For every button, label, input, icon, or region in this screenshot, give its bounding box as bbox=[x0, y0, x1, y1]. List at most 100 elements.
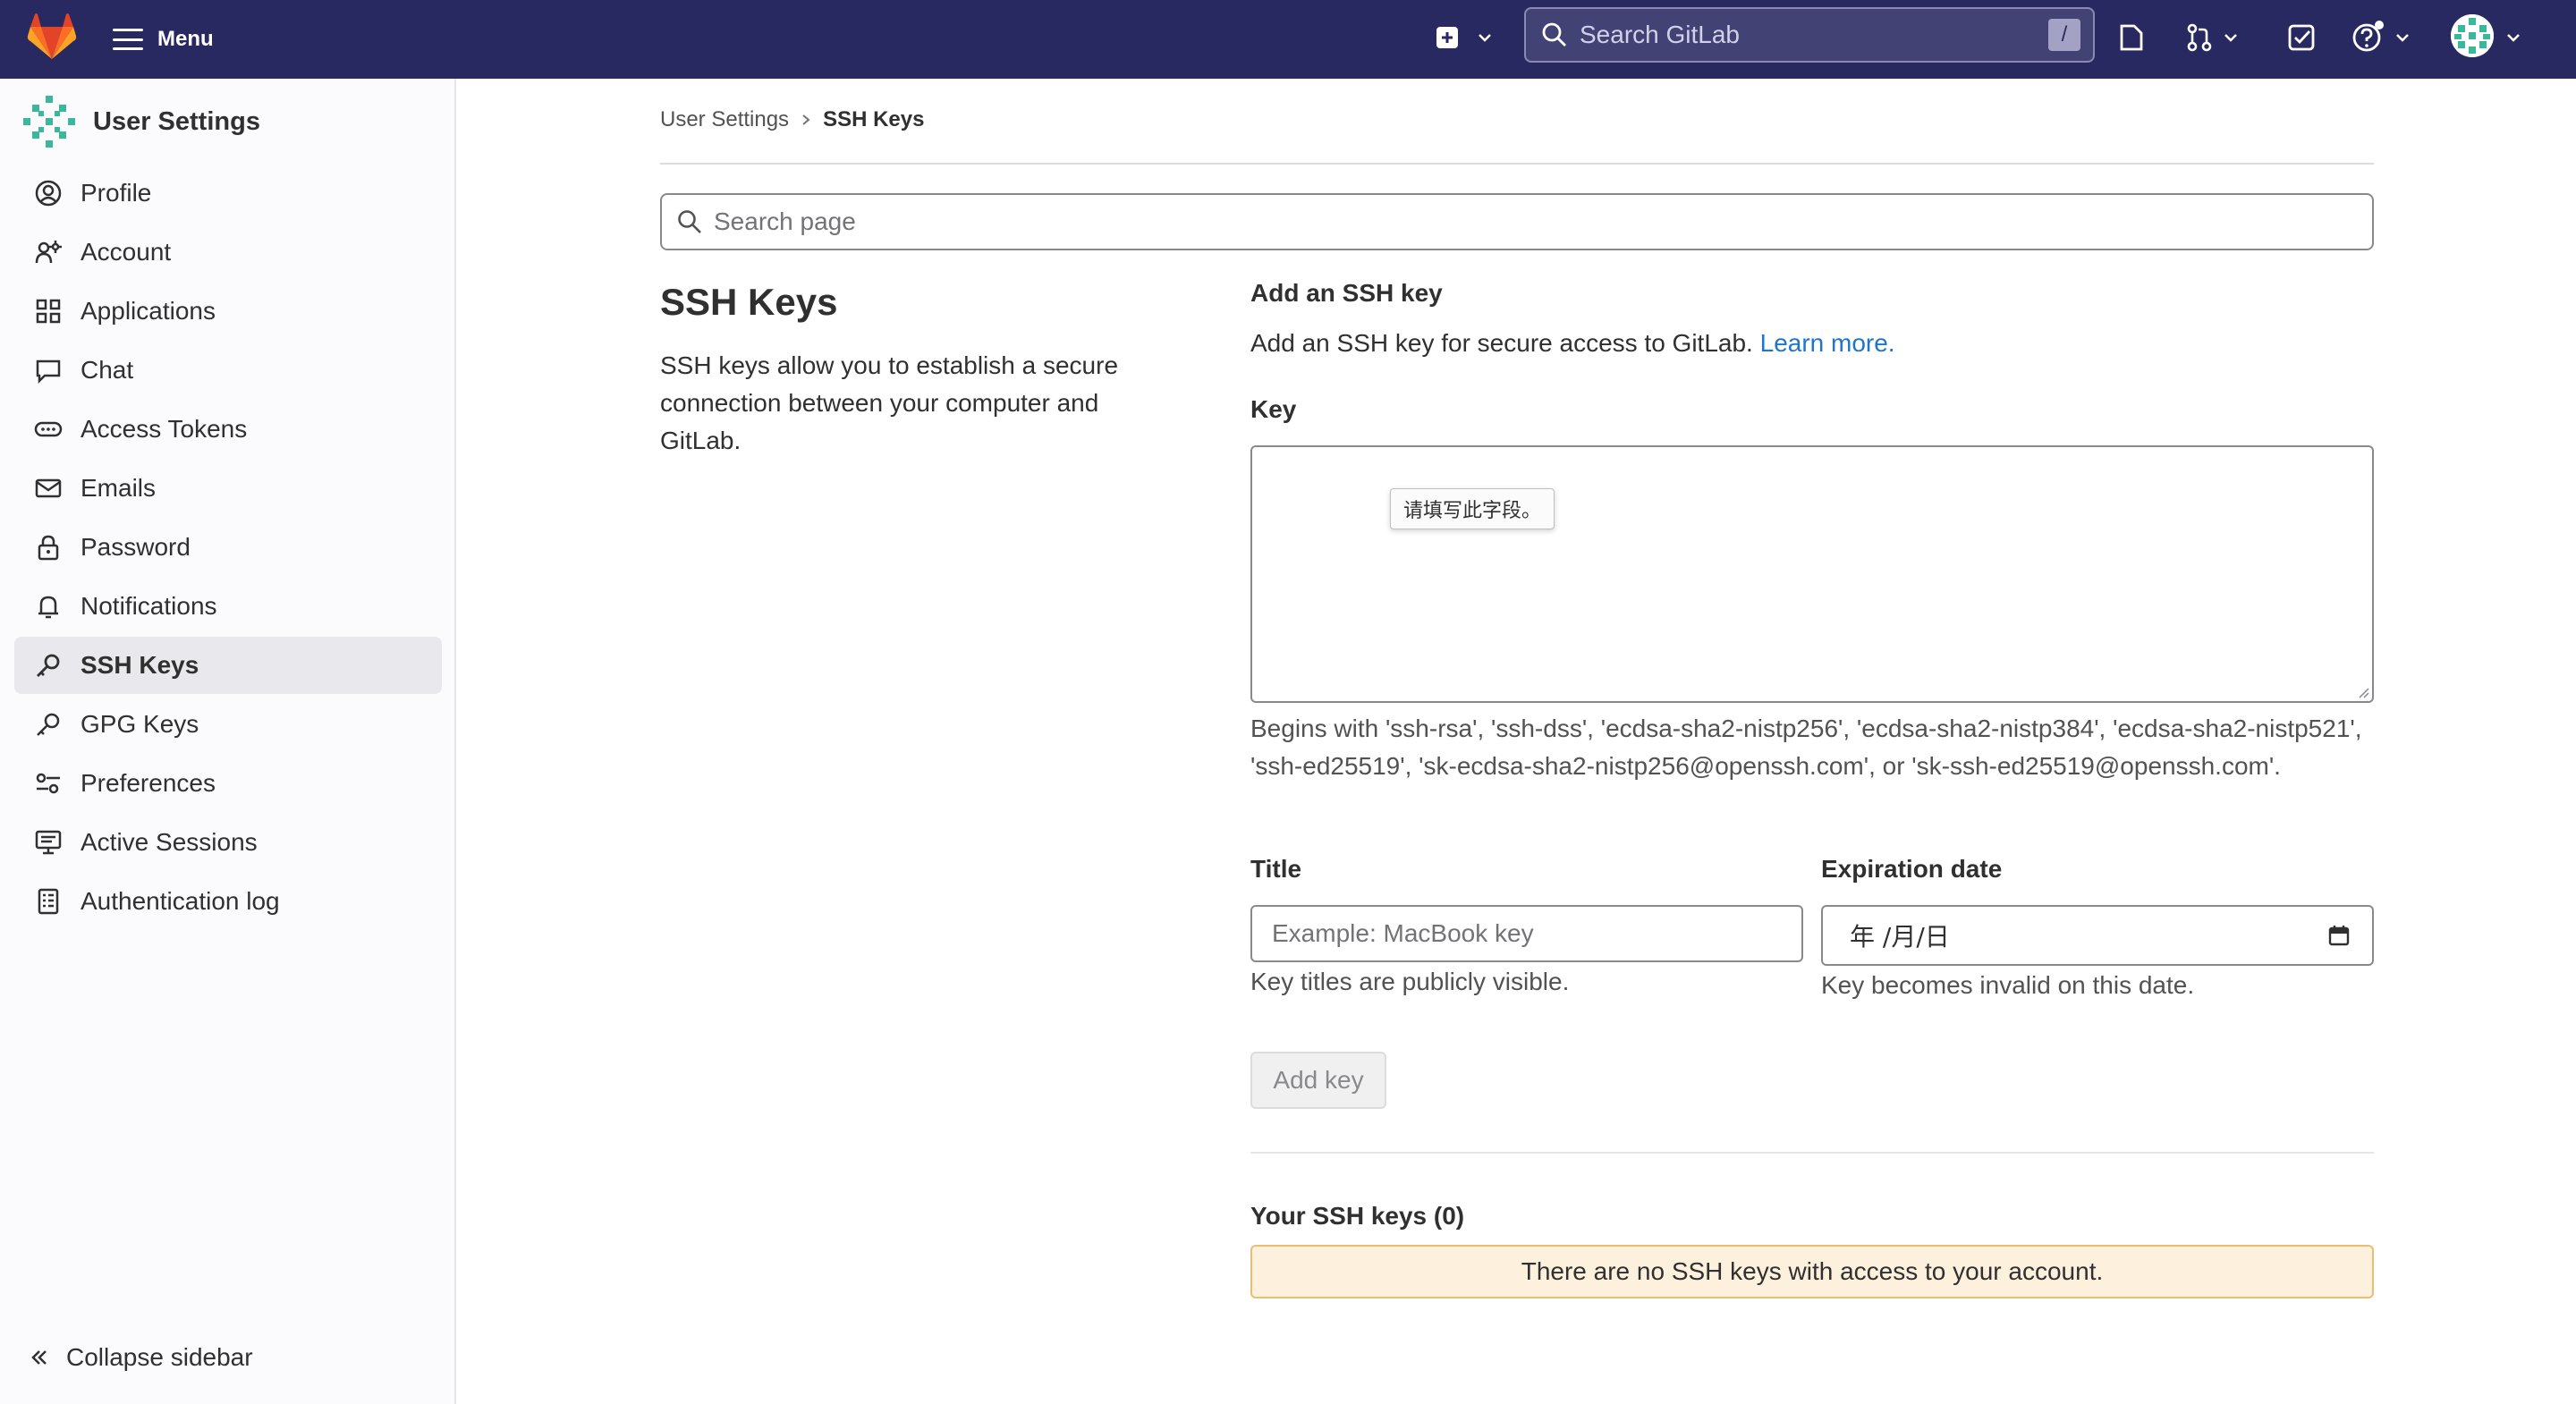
merge-request-icon bbox=[2187, 23, 2212, 52]
sidebar-item-authentication-log[interactable]: Authentication log bbox=[14, 873, 442, 930]
merge-requests-button[interactable] bbox=[2184, 18, 2240, 57]
sidebar-item-applications[interactable]: Applications bbox=[14, 283, 442, 340]
sidebar-item-preferences[interactable]: Preferences bbox=[14, 755, 442, 812]
title-help-text: Key titles are publicly visible. bbox=[1250, 968, 1570, 995]
sidebar-item-gpg-keys[interactable]: GPG Keys bbox=[14, 696, 442, 753]
sidebar-item-label: Notifications bbox=[80, 592, 217, 620]
page-title: SSH Keys bbox=[660, 281, 838, 323]
user-avatar[interactable] bbox=[2451, 14, 2494, 57]
chevron-right-icon bbox=[802, 114, 810, 125]
todos-button[interactable] bbox=[2286, 18, 2317, 57]
sidebar-item-chat[interactable]: Chat bbox=[14, 342, 442, 399]
no-keys-alert: There are no SSH keys with access to you… bbox=[1250, 1245, 2374, 1298]
sidebar-item-label: Authentication log bbox=[80, 887, 280, 915]
breadcrumb: User Settings SSH Keys bbox=[660, 107, 924, 132]
chevron-down-icon[interactable] bbox=[2504, 29, 2522, 47]
lock-icon bbox=[38, 535, 59, 561]
chevron-down-icon bbox=[1479, 34, 1491, 42]
account-icon bbox=[35, 241, 62, 264]
settings-intro: SSH Keys SSH keys allow you to establish… bbox=[660, 281, 1161, 460]
double-chevron-left-icon bbox=[31, 1350, 47, 1365]
sidebar-header[interactable]: User Settings bbox=[21, 95, 260, 148]
sidebar-item-access-tokens[interactable]: Access Tokens bbox=[14, 401, 442, 458]
sidebar-item-label: Emails bbox=[80, 474, 157, 502]
form-heading: Add an SSH key bbox=[1250, 279, 1443, 307]
sidebar-item-label: Active Sessions bbox=[80, 828, 258, 856]
create-new-button[interactable] bbox=[1435, 18, 1494, 57]
title-placeholder: Example: MacBook key bbox=[1272, 919, 1534, 947]
expiration-help-text: Key becomes invalid on this date. bbox=[1821, 971, 2195, 999]
key-textarea[interactable]: 请填写此字段。 bbox=[1250, 445, 2374, 703]
key-label: Key bbox=[1250, 395, 1297, 423]
preferences-icon bbox=[36, 773, 60, 794]
add-key-button[interactable]: Add key bbox=[1250, 1052, 1386, 1109]
search-icon bbox=[678, 210, 701, 233]
page-search-input[interactable]: Search page bbox=[660, 193, 2374, 250]
breadcrumb-parent-link[interactable]: User Settings bbox=[660, 107, 789, 132]
hamburger-icon bbox=[113, 29, 143, 50]
resize-handle-icon[interactable] bbox=[2356, 685, 2370, 699]
global-search-input[interactable]: Search GitLab / bbox=[1524, 7, 2095, 63]
your-keys-heading: Your SSH keys (0) bbox=[1250, 1202, 1465, 1230]
global-search-placeholder: Search GitLab bbox=[1580, 21, 1740, 48]
collapse-sidebar-label: Collapse sidebar bbox=[66, 1343, 253, 1371]
title-label: Title bbox=[1250, 855, 1302, 883]
sidebar-item-label: GPG Keys bbox=[80, 710, 199, 738]
plus-square-icon bbox=[1436, 27, 1458, 48]
sidebar-item-label: Preferences bbox=[80, 769, 216, 797]
page-search-placeholder: Search page bbox=[714, 207, 856, 235]
search-icon bbox=[1542, 22, 1566, 47]
sidebar-item-label: SSH Keys bbox=[80, 651, 199, 679]
search-shortcut-badge: / bbox=[2048, 19, 2080, 51]
sidebar-item-ssh-keys[interactable]: SSH Keys bbox=[14, 637, 442, 694]
top-navbar: Menu Search GitLab / bbox=[0, 0, 2576, 79]
menu-button[interactable]: Menu bbox=[113, 20, 214, 59]
sidebar-item-label: Profile bbox=[80, 179, 152, 207]
user-identicon bbox=[23, 96, 75, 148]
settings-sidebar: User Settings Profile Account Applicatio… bbox=[0, 79, 456, 1404]
token-icon bbox=[34, 421, 63, 437]
sidebar-item-label: Chat bbox=[80, 356, 134, 384]
profile-icon bbox=[35, 180, 62, 207]
help-icon bbox=[2352, 21, 2384, 52]
monitor-icon bbox=[35, 830, 62, 855]
form-description: Add an SSH key for secure access to GitL… bbox=[1250, 329, 1895, 358]
learn-more-link[interactable]: Learn more. bbox=[1760, 329, 1895, 357]
section-divider bbox=[1250, 1152, 2374, 1154]
sidebar-item-active-sessions[interactable]: Active Sessions bbox=[14, 814, 442, 871]
menu-label: Menu bbox=[157, 27, 214, 51]
sidebar-item-notifications[interactable]: Notifications bbox=[14, 578, 442, 635]
issues-button[interactable] bbox=[2116, 18, 2147, 57]
mail-icon bbox=[35, 478, 62, 498]
page-description: SSH keys allow you to establish a secure… bbox=[660, 351, 1119, 454]
sidebar-item-label: Password bbox=[80, 533, 191, 561]
sidebar-item-password[interactable]: Password bbox=[14, 519, 442, 576]
title-input[interactable]: Example: MacBook key bbox=[1250, 905, 1803, 962]
breadcrumb-divider bbox=[660, 163, 2374, 165]
log-icon bbox=[38, 888, 59, 915]
applications-icon bbox=[36, 299, 61, 324]
chat-icon bbox=[36, 359, 61, 385]
todo-icon bbox=[2288, 24, 2315, 51]
sidebar-nav: Profile Account Applications Chat Access… bbox=[14, 165, 442, 932]
sidebar-item-account[interactable]: Account bbox=[14, 224, 442, 281]
identicon-avatar bbox=[2451, 14, 2494, 57]
form-description-text: Add an SSH key for secure access to GitL… bbox=[1250, 329, 1753, 357]
sidebar-title: User Settings bbox=[93, 106, 260, 136]
chevron-down-icon bbox=[2396, 34, 2409, 42]
breadcrumb-current[interactable]: SSH Keys bbox=[823, 107, 924, 132]
issues-icon bbox=[2120, 24, 2143, 51]
bell-icon bbox=[38, 596, 58, 619]
expiration-label: Expiration date bbox=[1821, 855, 2003, 883]
gitlab-logo[interactable] bbox=[27, 13, 77, 63]
key-help-text: Begins with 'ssh-rsa', 'ssh-dss', 'ecdsa… bbox=[1250, 715, 2362, 780]
expiration-date-input[interactable]: 年 /月/日 bbox=[1821, 905, 2374, 966]
calendar-icon[interactable] bbox=[2327, 924, 2351, 947]
sidebar-item-emails[interactable]: Emails bbox=[14, 460, 442, 517]
validation-tooltip: 请填写此字段。 bbox=[1390, 488, 1555, 529]
sidebar-item-profile[interactable]: Profile bbox=[14, 165, 442, 222]
help-button[interactable] bbox=[2351, 18, 2411, 57]
expiration-date-value: 年 /月/日 bbox=[1850, 922, 1950, 952]
collapse-sidebar-button[interactable]: Collapse sidebar bbox=[29, 1343, 253, 1372]
key-icon bbox=[37, 654, 60, 677]
